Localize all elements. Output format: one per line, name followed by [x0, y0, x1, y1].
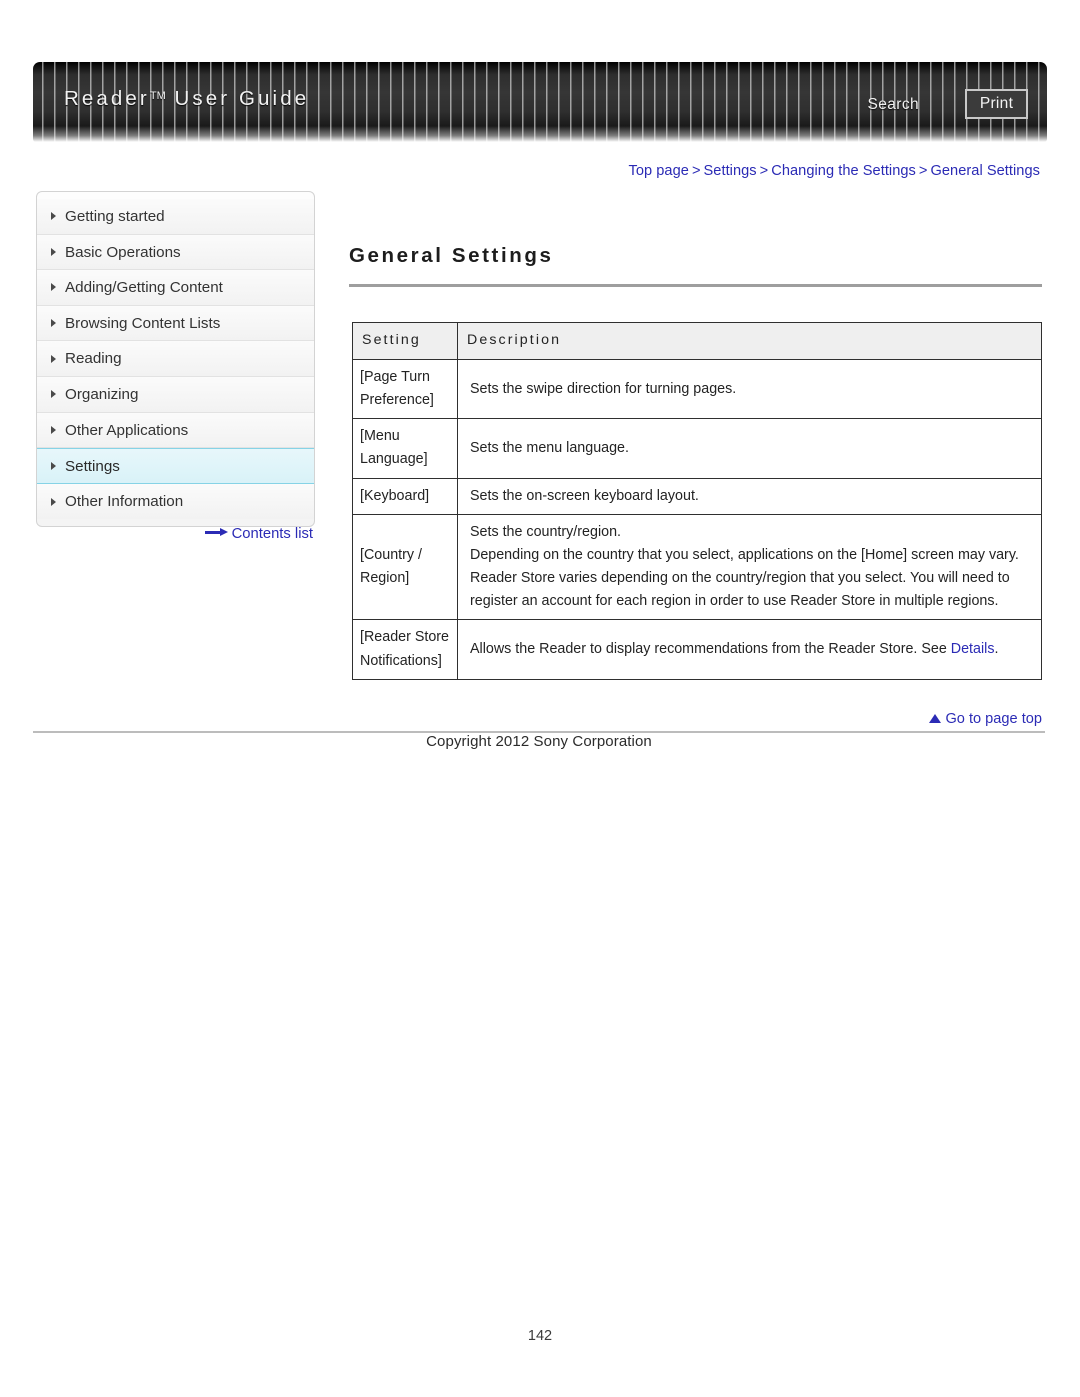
cell-setting-name: [Reader Store Notifications]: [352, 619, 458, 680]
breadcrumb-separator: >: [918, 163, 928, 179]
print-button[interactable]: Print: [965, 89, 1028, 119]
page-brand-title: ReaderTM User Guide: [64, 87, 309, 111]
contents-list-link[interactable]: Contents list: [36, 526, 315, 542]
breadcrumb-separator: >: [759, 163, 769, 179]
cell-setting-name: [Country / Region]: [352, 513, 458, 621]
sidebar-item-reading[interactable]: Reading: [37, 341, 314, 377]
cell-setting-name: [Keyboard]: [352, 477, 458, 515]
description-line: Allows the Reader to display recommendat…: [470, 638, 1032, 661]
cell-description: Sets the menu language.: [457, 418, 1042, 479]
description-line: Depending on the country that you select…: [470, 546, 1019, 563]
page-title: General Settings: [349, 244, 1042, 287]
sidebar-item-label: Other Information: [65, 492, 184, 510]
column-header-description: Description: [457, 322, 1042, 360]
sidebar-item-label: Adding/Getting Content: [65, 279, 223, 297]
contents-list-label: Contents list: [231, 526, 313, 542]
description-line: Sets the swipe direction for turning pag…: [470, 380, 737, 397]
sidebar-item-getting-started[interactable]: Getting started: [37, 199, 314, 235]
triangle-right-icon: [51, 283, 56, 292]
description-text: .: [994, 640, 999, 657]
description-line: Sets the on-screen keyboard layout.: [470, 487, 699, 504]
sidebar-item-label: Basic Operations: [65, 243, 181, 261]
table-row: [Reader Store Notifications] Allows the …: [352, 619, 1042, 680]
page-number: 142: [527, 1328, 553, 1344]
table-row: [Keyboard] Sets the on-screen keyboard l…: [352, 477, 1042, 515]
triangle-right-icon: [51, 354, 56, 363]
site-header: ReaderTM User Guide Search Print: [33, 62, 1047, 142]
table-row: [Page Turn Preference] Sets the swipe di…: [352, 358, 1042, 420]
table-row: [Country / Region] Sets the country/regi…: [352, 513, 1042, 621]
sidebar-item-settings[interactable]: Settings: [37, 448, 314, 484]
settings-table: Setting Description [Page Turn Preferenc…: [352, 322, 1042, 680]
triangle-right-icon: [51, 425, 56, 434]
arrow-right-icon: [204, 528, 228, 537]
breadcrumb-item-general-settings[interactable]: General Settings: [930, 163, 1040, 179]
search-link[interactable]: Search: [867, 96, 919, 114]
sidebar-item-adding-getting-content[interactable]: Adding/Getting Content: [37, 270, 314, 306]
cell-setting-name: [Page Turn Preference]: [352, 358, 458, 420]
brand-name: Reader: [64, 87, 150, 110]
breadcrumb-separator: >: [691, 163, 701, 179]
column-header-setting: Setting: [352, 322, 458, 360]
triangle-right-icon: [51, 461, 56, 470]
details-link[interactable]: Details: [951, 641, 995, 657]
sidebar-item-label: Getting started: [65, 208, 165, 225]
sidebar-navigation: Getting started Basic Operations Adding/…: [36, 191, 315, 528]
triangle-up-icon: [929, 714, 942, 723]
cell-description: Sets the on-screen keyboard layout.: [457, 477, 1042, 515]
table-row: [Menu Language] Sets the menu language.: [352, 418, 1042, 479]
description-line: Sets the menu language.: [470, 439, 629, 456]
brand-suffix: User Guide: [165, 87, 310, 110]
cell-description: Sets the country/region. Depending on th…: [457, 513, 1042, 621]
triangle-right-icon: [51, 390, 56, 399]
triangle-right-icon: [51, 319, 56, 328]
description-text: Allows the Reader to display recommendat…: [470, 640, 951, 657]
breadcrumb-item-changing-the-settings[interactable]: Changing the Settings: [771, 163, 916, 179]
cell-setting-name: [Menu Language]: [352, 418, 458, 479]
sidebar-item-other-information[interactable]: Other Information: [37, 483, 314, 520]
breadcrumb-item-top-page[interactable]: Top page: [628, 163, 688, 179]
cell-description: Allows the Reader to display recommendat…: [457, 619, 1042, 680]
table-header-row: Setting Description: [352, 322, 1042, 360]
sidebar-item-other-applications[interactable]: Other Applications: [37, 412, 314, 449]
sidebar-item-label: Other Applications: [65, 421, 189, 439]
triangle-right-icon: [51, 212, 56, 221]
trademark-symbol: TM: [149, 90, 166, 102]
sidebar-item-browsing-content-lists[interactable]: Browsing Content Lists: [37, 305, 314, 342]
triangle-right-icon: [51, 497, 56, 506]
go-to-page-top-label: Go to page top: [945, 711, 1042, 727]
go-to-page-top-link[interactable]: Go to page top: [929, 711, 1042, 727]
breadcrumb: Top page > Settings > Changing the Settings >…: [628, 163, 1040, 179]
triangle-right-icon: [51, 247, 56, 256]
sidebar-item-basic-operations[interactable]: Basic Operations: [37, 234, 314, 271]
sidebar-item-label: Reading: [65, 350, 122, 368]
sidebar-item-label: Organizing: [65, 385, 139, 403]
description-line: Sets the country/region.: [470, 523, 621, 540]
copyright-text: Copyright 2012 Sony Corporation: [426, 733, 652, 750]
breadcrumb-item-settings[interactable]: Settings: [704, 163, 757, 179]
sidebar-item-organizing[interactable]: Organizing: [37, 376, 314, 413]
description-line: Reader Store varies depending on the cou…: [470, 570, 1010, 610]
sidebar-item-label: Browsing Content Lists: [65, 314, 221, 332]
cell-description: Sets the swipe direction for turning pag…: [457, 358, 1042, 420]
sidebar-item-label: Settings: [65, 458, 120, 476]
